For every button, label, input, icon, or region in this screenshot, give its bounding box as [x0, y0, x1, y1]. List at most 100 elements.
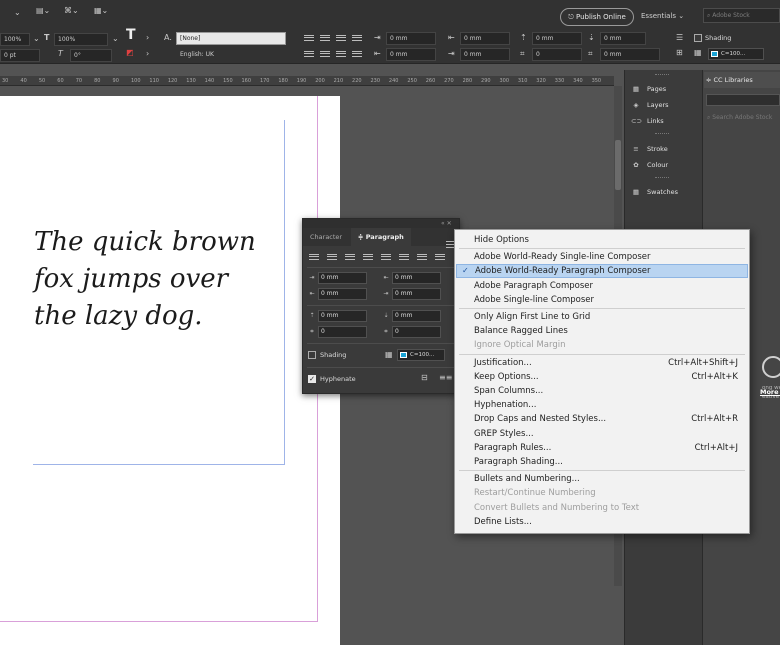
first-line-indent-value[interactable]: 0 mm — [318, 288, 367, 300]
align-center-icon[interactable] — [320, 35, 330, 43]
character-style-select[interactable]: [None] — [176, 32, 286, 45]
drop-cap-lines-field[interactable]: ⌗ 0 — [307, 326, 369, 338]
chevron-right-icon[interactable]: › — [146, 33, 149, 43]
drop-cap-lines-field[interactable]: 0 — [532, 48, 582, 61]
tab-cc-libraries[interactable]: ≑ CC Libraries — [704, 72, 780, 88]
tab-paragraph[interactable]: ≑ Paragraph — [351, 228, 411, 246]
left-indent-value[interactable]: 0 mm — [318, 272, 367, 284]
justify-all-icon[interactable] — [336, 51, 346, 59]
panel-title-bar[interactable] — [303, 219, 459, 228]
no-stroke-icon[interactable]: ◩ — [126, 48, 134, 58]
justify-right-icon[interactable] — [320, 51, 330, 59]
justify-center-icon[interactable] — [304, 51, 314, 59]
space-before-value[interactable]: 0 mm — [318, 310, 367, 322]
library-select[interactable] — [706, 94, 780, 106]
align-right-icon[interactable] — [336, 35, 346, 43]
text-fill-icon[interactable]: T — [126, 28, 136, 42]
dock-grip[interactable] — [655, 133, 669, 135]
tab-character[interactable]: Character — [303, 228, 349, 246]
right-indent-field[interactable]: 0 mm — [460, 32, 510, 45]
chevron-down-icon[interactable]: ⌄ — [14, 8, 21, 18]
space-after-field[interactable]: 0 mm — [600, 32, 646, 45]
dock-grip[interactable] — [655, 74, 669, 76]
align-right-icon[interactable] — [345, 254, 355, 262]
menu-item[interactable]: Adobe World-Ready Single-line Composer — [456, 250, 748, 264]
justify-right-icon[interactable] — [399, 254, 409, 262]
chevron-down-icon[interactable]: ⌄ — [33, 34, 40, 44]
menu-item[interactable]: Paragraph Shading... — [456, 455, 748, 469]
adobe-stock-search[interactable]: ⌕ Adobe Stock — [703, 8, 780, 23]
language-select[interactable]: English: UK — [176, 48, 286, 61]
drop-cap-lines-value[interactable]: 0 — [318, 326, 367, 338]
publish-online-button[interactable]: ⎋ Publish Online — [560, 8, 634, 26]
columns-icon[interactable]: ⊞ — [676, 48, 683, 58]
dock-item-colour[interactable]: ✿ Colour — [631, 158, 668, 172]
justify-all-icon[interactable] — [417, 254, 427, 262]
workspace-switcher[interactable]: Essentials ⌄ — [641, 12, 684, 20]
first-line-indent-field[interactable]: 0 mm — [386, 48, 436, 61]
space-before-field[interactable]: 0 mm — [532, 32, 582, 45]
document-page[interactable] — [0, 96, 340, 645]
horizontal-ruler[interactable]: 30 40 50 60 70 80 90 100 110 120 130 140 150 160 170 18… — [0, 76, 620, 86]
align-left-icon[interactable] — [304, 35, 314, 43]
view-menu-icon[interactable]: ▦⌄ — [94, 6, 108, 16]
first-line-indent-field[interactable]: ⇤ 0 mm — [307, 288, 369, 300]
align-spine-icon[interactable] — [352, 51, 362, 59]
right-indent-field[interactable]: ⇤ 0 mm — [381, 272, 443, 284]
right-indent-value[interactable]: 0 mm — [392, 272, 441, 284]
align-menu-icon[interactable]: ▤⌄ — [36, 6, 50, 16]
drop-cap-chars-value[interactable]: 0 — [392, 326, 441, 338]
shading-swatch-select[interactable]: C=100... — [708, 48, 764, 60]
align-center-icon[interactable] — [327, 254, 337, 262]
align-left-icon[interactable] — [309, 254, 319, 262]
menu-item[interactable]: Only Align First Line to Grid — [456, 310, 748, 324]
menu-item[interactable]: Span Columns... — [456, 384, 748, 398]
space-after-value[interactable]: 0 mm — [392, 310, 441, 322]
drop-cap-chars-field[interactable]: ⌗ 0 — [381, 326, 443, 338]
more-info-link[interactable]: More info — [760, 388, 780, 396]
grid-align-icon[interactable]: ⊟ — [421, 373, 428, 383]
shading-swatch-select[interactable]: C=100... — [397, 349, 445, 361]
last-line-indent-field[interactable]: ⇥ 0 mm — [381, 288, 443, 300]
menu-item[interactable]: Hide Options — [456, 233, 748, 247]
dock-item-swatches[interactable]: ▦ Swatches — [631, 185, 678, 199]
space-before-field[interactable]: ⇡ 0 mm — [307, 310, 369, 322]
left-indent-field[interactable]: ⇥ 0 mm — [307, 272, 369, 284]
menu-item[interactable]: Hyphenation... — [456, 398, 748, 412]
menu-item[interactable]: Justification... Ctrl+Alt+Shift+J — [456, 356, 748, 370]
horizontal-scale-field[interactable]: 100% — [54, 33, 108, 46]
justify-left-icon[interactable] — [363, 254, 373, 262]
menu-item[interactable]: Balance Ragged Lines — [456, 324, 748, 338]
justify-center-icon[interactable] — [381, 254, 391, 262]
text-frame[interactable]: The quick brown fox jumps over the lazy … — [34, 224, 284, 335]
left-indent-field[interactable]: 0 mm — [386, 32, 436, 45]
menu-item[interactable]: Paragraph Rules... Ctrl+Alt+J — [456, 441, 748, 455]
space-after-field[interactable]: ⇣ 0 mm — [381, 310, 443, 322]
menu-item[interactable]: Adobe Paragraph Composer — [456, 279, 748, 293]
drop-cap-chars-field[interactable]: 0 mm — [600, 48, 660, 61]
chevron-down-icon[interactable]: ⌄ — [112, 34, 119, 44]
dock-grip[interactable] — [655, 177, 669, 179]
menu-item[interactable]: Adobe Single-line Composer — [456, 293, 748, 307]
cc-search-input[interactable]: ⌕ Search Adobe Stock — [706, 112, 780, 124]
vertical-scale-field[interactable]: 100% — [0, 33, 30, 46]
dock-item-layers[interactable]: ◈ Layers — [631, 98, 669, 112]
justify-left-icon[interactable] — [352, 35, 362, 43]
menu-item[interactable]: Keep Options... Ctrl+Alt+K — [456, 370, 748, 384]
last-line-indent-value[interactable]: 0 mm — [392, 288, 441, 300]
menu-item[interactable]: ✓ Adobe World-Ready Paragraph Composer — [456, 264, 748, 279]
hyphenate-checkbox[interactable]: ✓ — [308, 375, 316, 383]
chevron-right-icon[interactable]: › — [146, 49, 149, 59]
grid-align-icon[interactable]: ≡≡ — [439, 373, 452, 383]
hyphenate-icon[interactable]: ☰ — [676, 33, 683, 43]
align-spine-icon[interactable] — [435, 254, 445, 262]
shading-checkbox[interactable] — [308, 351, 316, 359]
dock-item-stroke[interactable]: ≡ Stroke — [631, 142, 667, 156]
tracking-field[interactable]: 0 pt — [0, 49, 40, 62]
close-icon[interactable]: « ✕ — [441, 219, 452, 228]
dock-item-links[interactable]: ⊂⊃ Links — [631, 114, 664, 128]
menu-item[interactable]: Define Lists... — [456, 515, 748, 529]
shading-checkbox[interactable] — [694, 34, 702, 42]
menu-item[interactable]: Drop Caps and Nested Styles... Ctrl+Alt+R — [456, 412, 748, 426]
last-line-indent-field[interactable]: 0 mm — [460, 48, 510, 61]
